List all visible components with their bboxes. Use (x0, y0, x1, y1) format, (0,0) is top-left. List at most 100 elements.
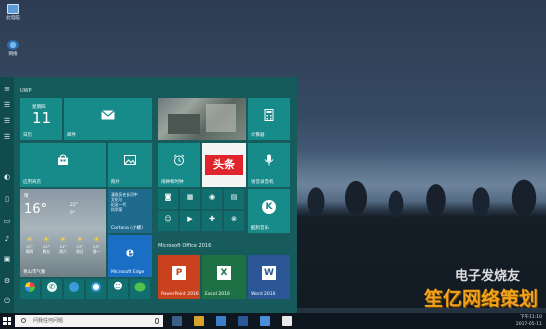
tile-wechat[interactable] (130, 279, 150, 299)
tile-photo-live[interactable] (158, 98, 246, 140)
desktop-icon-this-pc[interactable]: 此电脑 (2, 4, 24, 21)
tile-alarms[interactable]: 闹钟和时钟 (158, 143, 200, 187)
picture-icon[interactable]: ▣ (3, 255, 11, 263)
desktop-icon-label: 网络 (8, 52, 18, 57)
sun-icon: ☀ (25, 235, 34, 244)
hamburger-menu-icon[interactable]: ≡ (3, 85, 11, 93)
tile-groove[interactable]: ◉ (202, 189, 222, 209)
microphone-icon[interactable] (155, 318, 159, 324)
feedback-icon: ✚ (209, 215, 215, 224)
tile-label: PowerPoint 2016 (161, 292, 199, 297)
tile-label: 闹钟和时钟 (161, 180, 184, 185)
search-box[interactable]: 问我任何问题 (15, 315, 163, 327)
photo-wall (206, 104, 236, 132)
start-rail: ≡ ☰ ☰ ☰ ◐ ▯ ▭ ♪ ▣ ⚙ ⏻ (0, 77, 14, 313)
tile-excel[interactable]: X Excel 2016 (202, 255, 246, 299)
file-explorer-icon[interactable] (194, 316, 204, 326)
store-taskbar-icon[interactable] (238, 316, 248, 326)
cortana-line: 科学家 (111, 207, 123, 212)
list-icon[interactable]: ☰ (3, 117, 11, 125)
task-view-icon[interactable] (172, 316, 182, 326)
calculator-icon (264, 108, 274, 123)
weather-day: ☀ 22° 周五 (39, 235, 54, 261)
edge-taskbar-icon[interactable] (216, 316, 226, 326)
windows-start-button[interactable] (3, 317, 11, 325)
sun-icon: ☀ (76, 235, 84, 244)
calendar-day: 11 (32, 109, 52, 127)
watermark-bottom-text: 笙亿网络策划 (423, 288, 538, 310)
tile-app-3[interactable] (64, 279, 84, 299)
tile-camera[interactable]: ◙ (158, 189, 178, 209)
watermark-top-text: 电子发烧友 (454, 269, 520, 284)
tile-calendar[interactable]: 星期四 11 日历 (20, 98, 62, 140)
tile-word[interactable]: W Word 2016 (248, 255, 290, 299)
tile-app-4[interactable] (86, 279, 106, 299)
excel-icon: X (217, 266, 231, 281)
document-icon[interactable]: ▯ (3, 195, 11, 203)
weather-temp: 16° (24, 202, 48, 217)
music-icon: ◉ (208, 193, 216, 202)
tile-cortana[interactable]: 漫说历史长河中 文化与 纪念一代 科学家 Cortana (小娜) (108, 189, 152, 233)
desktop-icon-label: 此电脑 (6, 16, 20, 21)
store-bag-icon (58, 154, 69, 168)
xbox-icon: ⊗ (231, 215, 237, 224)
tile-store[interactable]: 应用商店 (20, 143, 106, 187)
app-taskbar-icon[interactable] (260, 316, 270, 326)
tile-photos[interactable]: 照片 (108, 143, 152, 187)
weather-day-name: 周五 (42, 249, 51, 254)
tile-edge[interactable]: e Microsoft Edge (108, 235, 152, 277)
tile-weather[interactable]: 晴 16° 22° 9° ☀ 22° 周四 ☀ 22° 周五 ☀ 21° 周六 ☀ 23° 周日 ☀ 23… (20, 189, 106, 277)
photo-building (168, 114, 200, 134)
people-icon: ☺ (164, 215, 172, 224)
tile-voice-recorder[interactable]: 语音录音机 (248, 143, 290, 187)
weather-forecast: ☀ 22° 周四 ☀ 22° 周五 ☀ 21° 周六 ☀ 23° 周日 ☀ 23° 周一 (22, 235, 104, 261)
video-icon: ▶ (187, 215, 193, 224)
tile-toutiao[interactable]: 头条 (202, 143, 246, 187)
app-icon (91, 282, 101, 293)
powerpoint-icon: P (172, 266, 186, 281)
picture-icon[interactable]: ▭ (3, 217, 11, 225)
tile-onenote[interactable]: ▤ (224, 189, 244, 209)
tile-qq[interactable]: ☻ (108, 279, 128, 299)
tile-feedback[interactable]: ✚ (202, 211, 222, 231)
tile-label: Cortana (小娜) (111, 226, 143, 231)
tile-powerpoint[interactable]: P PowerPoint 2016 (158, 255, 200, 299)
weather-day: ☀ 21° 周六 (56, 235, 71, 261)
list-icon[interactable]: ☰ (3, 133, 11, 141)
power-icon[interactable]: ⏻ (3, 297, 11, 305)
start-menu: ≡ ☰ ☰ ☰ ◐ ▯ ▭ ♪ ▣ ⚙ ⏻ UWP Microsoft Offi… (0, 77, 297, 313)
tile-label: 酷狗音乐 (251, 226, 269, 231)
tile-label: 应用商店 (23, 180, 41, 185)
tile-app-1[interactable] (20, 279, 40, 299)
tile-video[interactable]: ▶ (180, 211, 200, 231)
tile-calculator[interactable]: 计算器 (248, 98, 290, 140)
word-icon: W (262, 266, 276, 281)
list-icon[interactable]: ☰ (3, 101, 11, 109)
tile-label: Word 2016 (251, 292, 276, 297)
tile-label: Microsoft Edge (111, 270, 145, 275)
desktop-icon-network[interactable]: 网络 (2, 40, 24, 57)
tile-maps[interactable]: ▦ (180, 189, 200, 209)
tile-label: 语音录音机 (251, 180, 274, 185)
search-placeholder: 问我任何问题 (33, 318, 64, 324)
alarm-clock-icon (173, 154, 185, 168)
weather-condition: 晴 (24, 194, 29, 199)
music-icon[interactable]: ♪ (3, 235, 11, 243)
microphone-icon (264, 154, 274, 168)
tile-people[interactable]: ☺ (158, 211, 178, 231)
watermark: 电子发烧友 笙亿网络策划 (424, 265, 538, 311)
mail-icon (101, 109, 115, 122)
qq-icon: ☻ (113, 282, 123, 293)
settings-icon[interactable]: ⚙ (3, 277, 11, 285)
tile-kugou[interactable]: K 酷狗音乐 (248, 189, 290, 233)
computer-icon (7, 4, 19, 14)
tile-label: 日历 (23, 133, 32, 138)
tile-xbox[interactable]: ⊗ (224, 211, 244, 231)
user-icon[interactable]: ◐ (3, 173, 11, 181)
weather-day-name: 周一 (92, 249, 101, 254)
cortana-text: 漫说历史长河中 文化与 纪念一代 科学家 (111, 192, 138, 212)
app-taskbar-icon[interactable] (282, 316, 292, 326)
tile-app-2[interactable]: ✆ (42, 279, 62, 299)
tile-mail[interactable]: 邮件 (64, 98, 152, 140)
system-tray[interactable]: 下午11:10 2017-05-11 (516, 313, 542, 329)
